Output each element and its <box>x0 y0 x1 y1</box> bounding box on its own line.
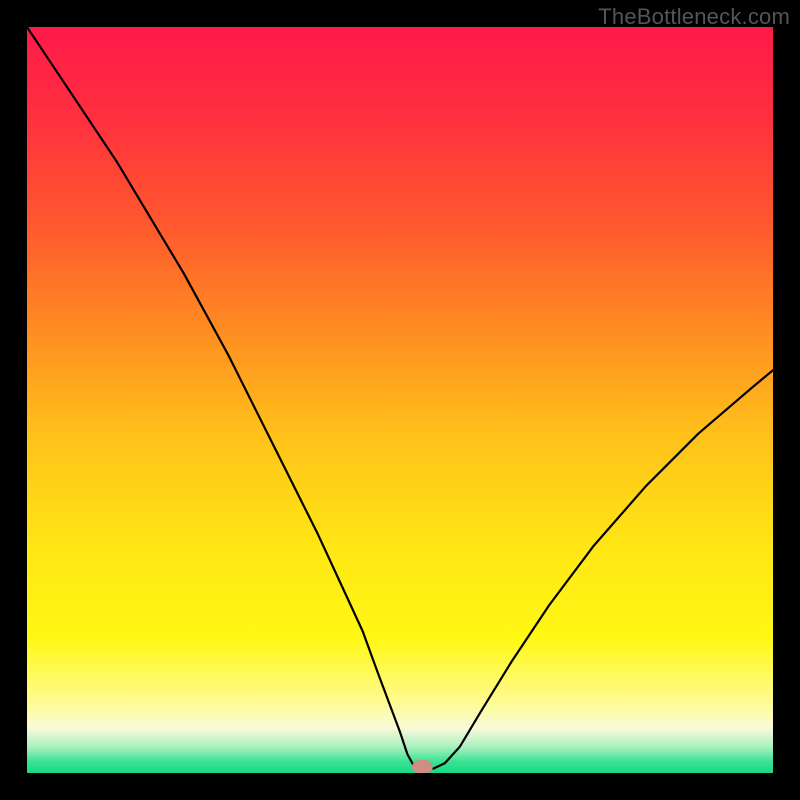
chart-frame: TheBottleneck.com <box>0 0 800 800</box>
chart-svg <box>27 27 773 773</box>
plot-area <box>27 27 773 773</box>
watermark-text: TheBottleneck.com <box>598 4 790 30</box>
gradient-background <box>27 27 773 773</box>
